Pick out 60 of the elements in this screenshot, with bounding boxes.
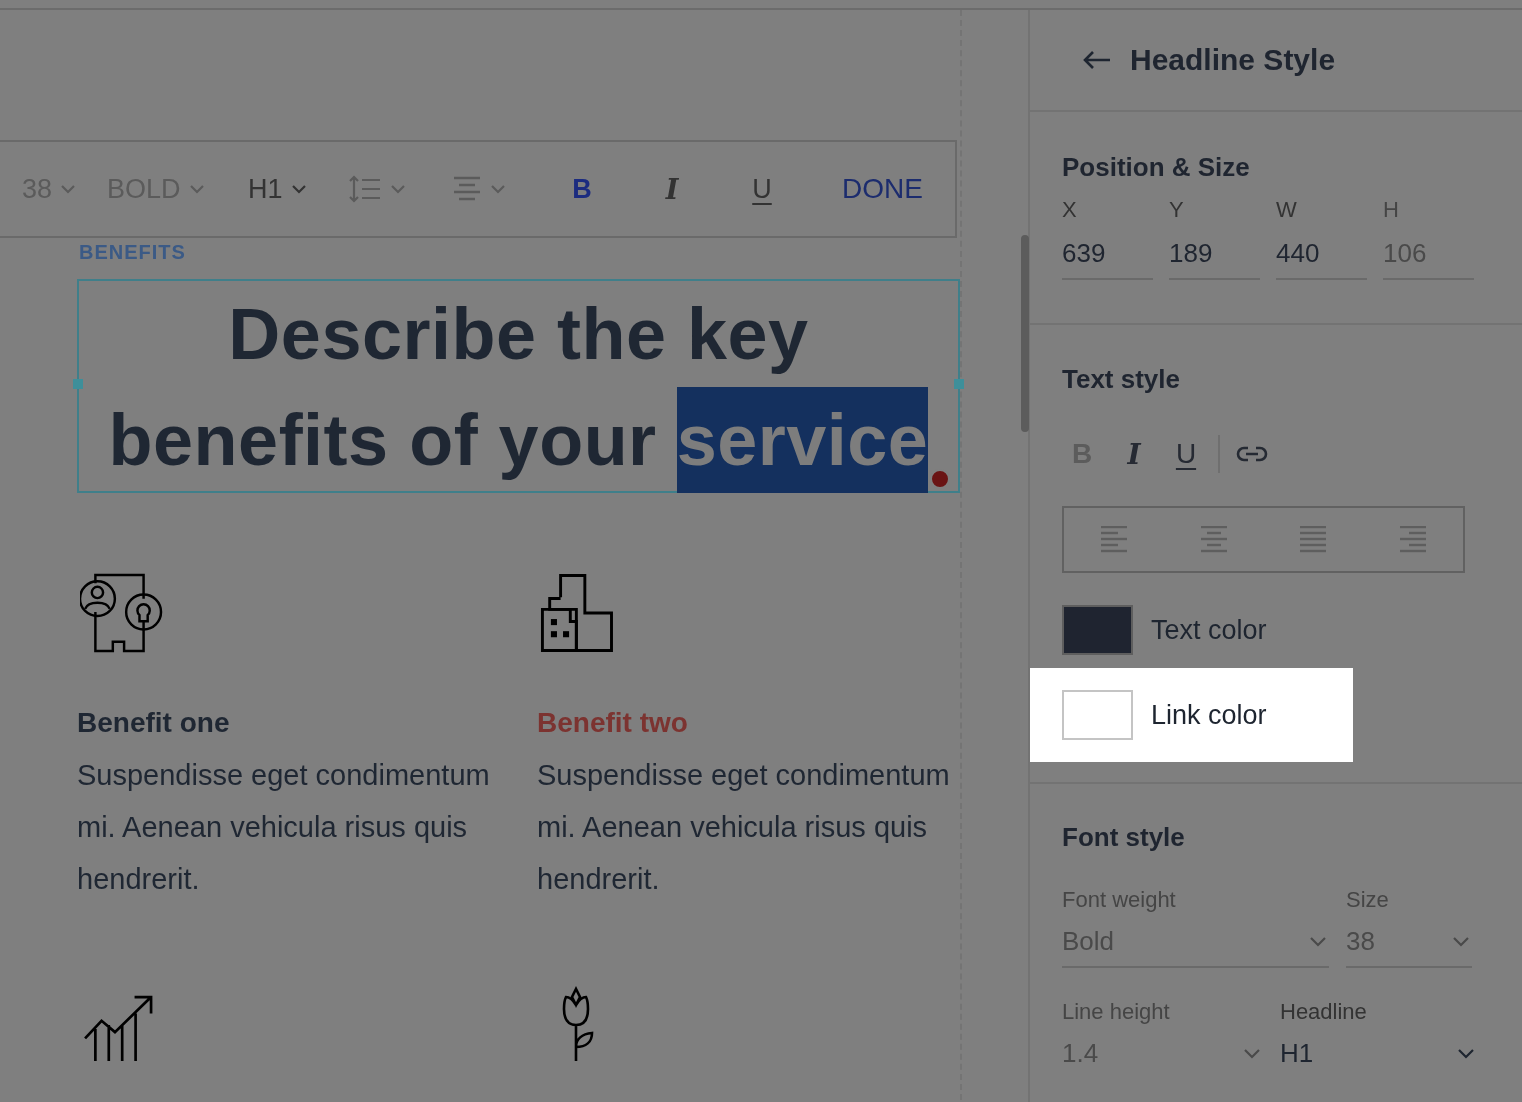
field-label: W [1276, 196, 1298, 224]
align-justify-icon[interactable] [1299, 525, 1328, 554]
scrollbar-thumb[interactable] [1021, 235, 1029, 432]
align-left-icon[interactable] [1099, 525, 1128, 554]
line-spacing-icon [348, 175, 382, 203]
field-label: Y [1169, 196, 1185, 224]
field-label: H [1383, 196, 1400, 224]
field-label: X [1062, 196, 1078, 224]
benefit-text: Suspendisse eget condimentum mi. Aenean vehicula risus quis hendrerit. [77, 758, 491, 897]
input-field[interactable]: 440 [1276, 226, 1367, 280]
color-label: Link color [1151, 699, 1267, 731]
toolbar-dropdown[interactable]: H1 [248, 173, 307, 205]
line-spacing-dropdown[interactable] [348, 175, 406, 203]
text-cursor [930, 469, 950, 489]
align-dropdown[interactable] [452, 175, 506, 203]
link-icon[interactable] [1236, 445, 1268, 463]
chevron-icon [1452, 935, 1470, 947]
chevron-icon [390, 184, 406, 194]
chevron-icon [1243, 1047, 1261, 1059]
color-swatch[interactable] [1062, 605, 1133, 655]
chevron-icon [1309, 935, 1327, 947]
field-label: Size [1346, 886, 1390, 914]
align-center-icon [452, 175, 482, 203]
field-label: Headline [1280, 998, 1368, 1026]
color-label: Text color [1151, 614, 1267, 646]
field-label: Font weight [1062, 886, 1177, 914]
chevron-icon [490, 184, 506, 194]
section-title: Text style [1062, 363, 1181, 396]
done-button[interactable]: DONE [842, 173, 923, 205]
select-field[interactable]: H1 [1280, 1028, 1477, 1080]
align-center-icon[interactable] [1199, 525, 1228, 554]
format-button[interactable]: U [1166, 438, 1206, 470]
headline-text: benefits of your [108, 399, 657, 482]
back-arrow-icon[interactable] [1082, 49, 1112, 71]
input-field[interactable]: 189 [1169, 226, 1260, 280]
field-label: Line height [1062, 998, 1171, 1026]
format-button[interactable]: B [570, 173, 594, 205]
section-label: BENEFITS [79, 242, 187, 262]
format-button[interactable]: I [1114, 437, 1154, 471]
person-lock-icon [80, 573, 165, 653]
align-right-icon[interactable] [1399, 525, 1428, 554]
chevron-icon [60, 184, 77, 194]
chevron-icon [1457, 1047, 1475, 1059]
benefit-title: Benefit two [537, 706, 689, 740]
benefit-title: Benefit one [77, 706, 231, 740]
section-title: Font style [1062, 821, 1186, 854]
section-title: Position & Size [1062, 151, 1251, 184]
selected-text: service [676, 387, 929, 493]
chevron-icon [290, 184, 307, 194]
input-field[interactable]: 639 [1062, 226, 1153, 280]
benefit-text: Suspendisse eget condimentum mi. Aenean vehicula risus quis hendrerit. [537, 758, 951, 897]
buildings-icon [540, 573, 616, 653]
resize-handle[interactable] [954, 379, 964, 389]
color-swatch[interactable] [1062, 690, 1133, 740]
format-button[interactable]: U [750, 173, 774, 205]
panel-title: Headline Style [1130, 43, 1336, 77]
headline-text: Describe the key [228, 293, 809, 376]
format-button[interactable]: I [660, 173, 684, 205]
chevron-icon [188, 184, 205, 194]
resize-handle[interactable] [73, 379, 83, 389]
